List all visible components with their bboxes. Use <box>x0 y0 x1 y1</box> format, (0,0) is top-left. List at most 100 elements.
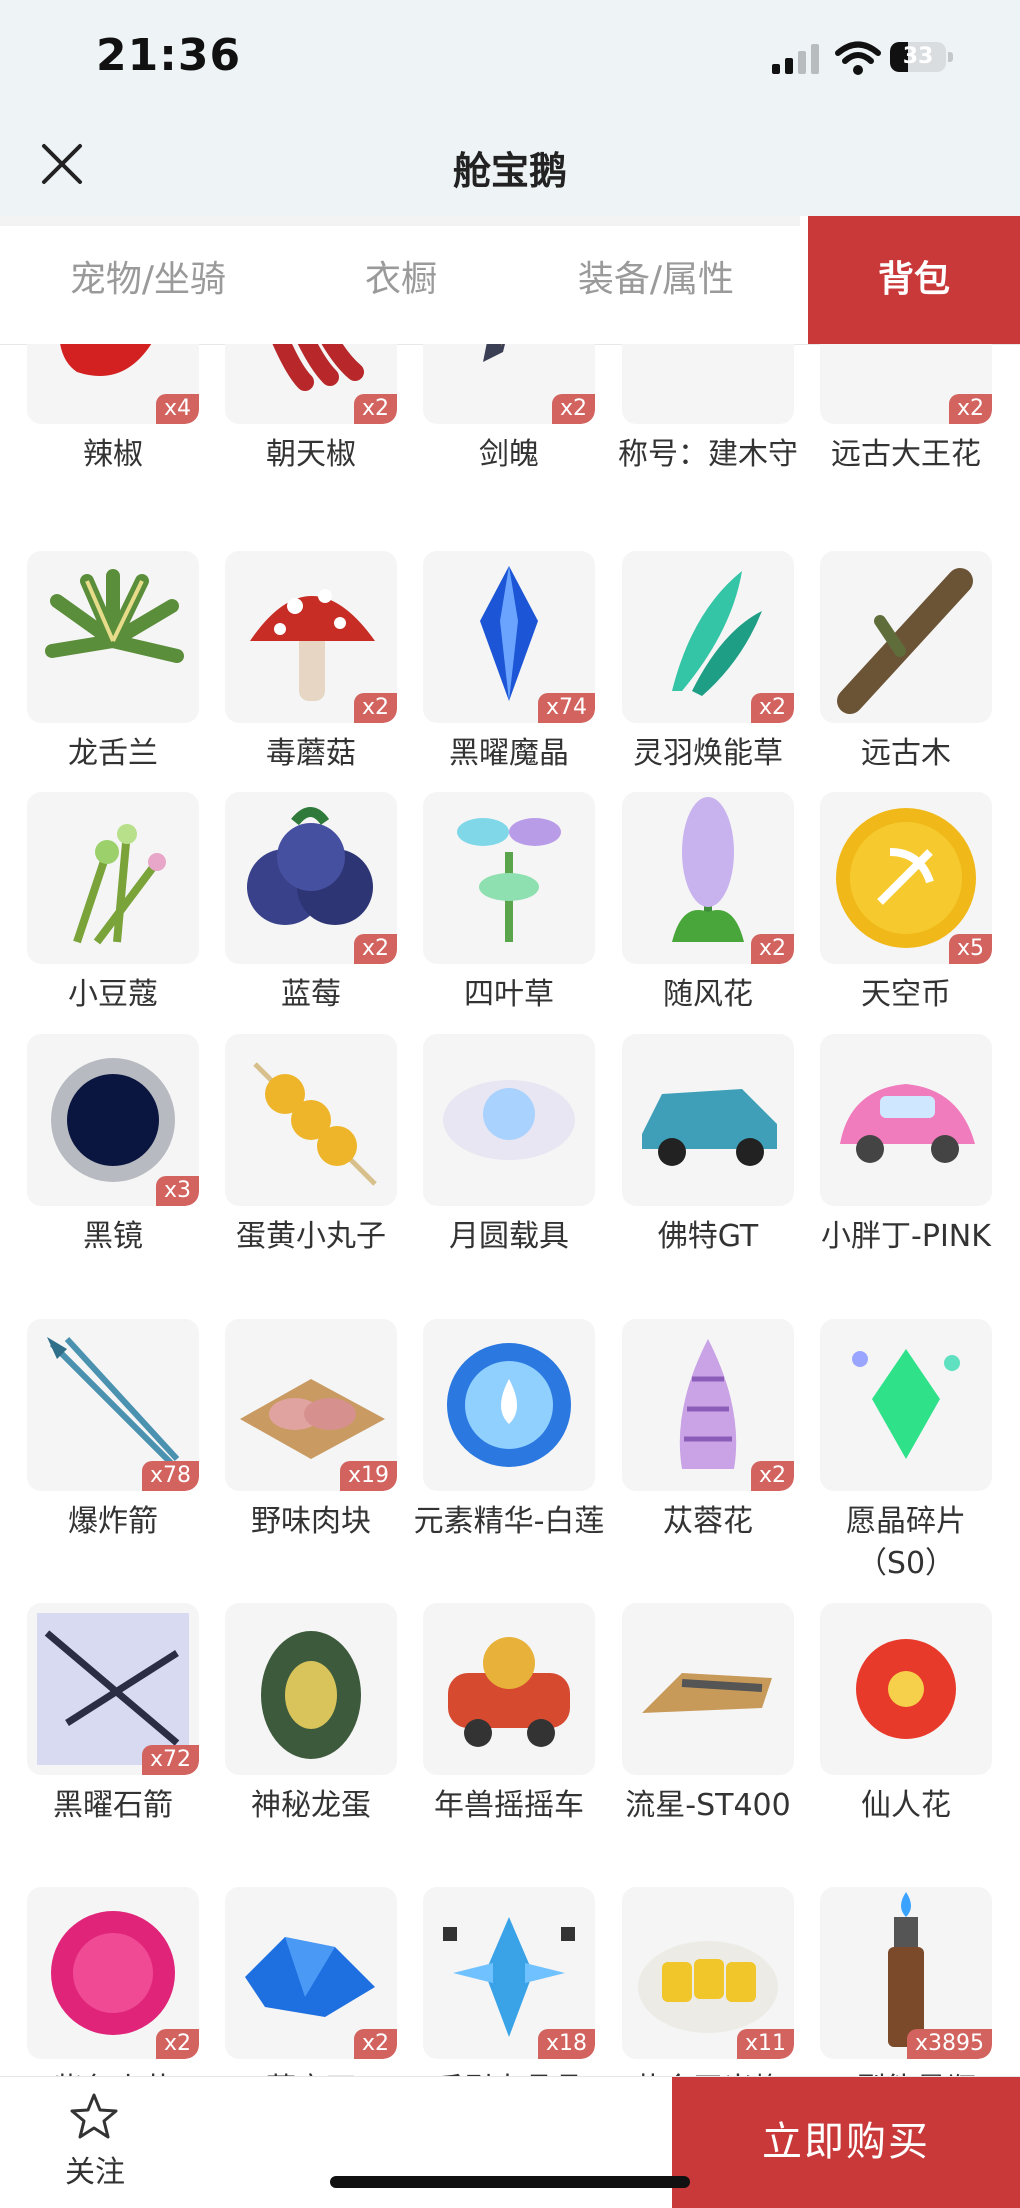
clover-icon <box>457 818 561 942</box>
yolk-skewer-icon <box>253 1062 377 1186</box>
item-thumbnail <box>423 1319 595 1491</box>
item-name: 黄金玉米烙 <box>608 2069 808 2076</box>
item-thumbnail <box>27 551 199 723</box>
item-name: 蛋黄小丸子 <box>236 1219 386 1254</box>
item-thumbnail <box>423 1603 595 1775</box>
star-icon <box>70 2093 118 2139</box>
follow-button[interactable]: 关注 <box>40 2091 150 2201</box>
item-thumbnail: x2 <box>622 1319 794 1491</box>
item-count-badge: x11 <box>736 2029 794 2059</box>
item-name: 随风花 <box>663 977 753 1012</box>
battery-icon: 33 <box>890 42 954 72</box>
cactus-flower-icon <box>856 1639 956 1739</box>
item-count-badge: x2 <box>948 394 992 424</box>
item-thumbnail: x74 <box>423 551 595 723</box>
tab-wardrobe[interactable]: 衣橱 <box>296 216 506 344</box>
item-name: 黑镜 <box>83 1219 143 1254</box>
item-thumbnail <box>622 1603 794 1775</box>
ancient-wood-icon <box>837 568 973 714</box>
item-thumbnail: x3 <box>27 1034 199 1206</box>
item-thumbnail <box>27 792 199 964</box>
lotus-orb-icon <box>447 1343 571 1467</box>
item-count-badge: x5 <box>948 934 992 964</box>
item-thumbnail <box>820 1603 992 1775</box>
bottom-bar: 关注 立即购买 <box>0 2076 1020 2208</box>
item-thumbnail: x3895 <box>820 1887 992 2059</box>
item-name: 神秘龙蛋 <box>251 1788 371 1823</box>
item-name: 仙人花 <box>861 1788 951 1823</box>
item-name: 元素精华-白莲 <box>413 1504 605 1539</box>
tab-backpack[interactable]: 背包 <box>808 216 1020 344</box>
item-name: 小胖丁-PINK <box>821 1219 991 1254</box>
inventory-grid: x4 辣椒 x2 朝天椒 x2 剑魄 称号称号：建木守 x2 远古大王花龙舌兰 x2 毒蘑菇 x74 黑… <box>0 344 1020 2076</box>
item-thumbnail <box>423 1034 595 1206</box>
item-thumbnail <box>622 1034 794 1206</box>
item-name: 远古木 <box>861 736 951 771</box>
item-count-badge: x18 <box>537 2029 595 2059</box>
nav-bar: 舱宝鹅 <box>0 120 1020 216</box>
item-count-badge: x2 <box>750 934 794 964</box>
wish-crystal-icon <box>852 1349 960 1459</box>
item-thumbnail: x18 <box>423 1887 595 2059</box>
meteor-bike-icon <box>642 1673 772 1713</box>
item-count-badge: x2 <box>750 1461 794 1491</box>
item-thumbnail: x2 <box>225 1887 397 2059</box>
item-count-badge: x3895 <box>906 2029 992 2059</box>
item-name: 反引力晶晶 <box>409 2069 609 2076</box>
wifi-icon <box>835 41 881 75</box>
item-name: 小豆蔻 <box>68 977 158 1012</box>
item-name: 黑曜石箭 <box>53 1788 173 1823</box>
nian-beast-cart-icon <box>448 1637 570 1747</box>
follow-label: 关注 <box>65 2155 125 2190</box>
item-count-badge: x2 <box>155 2029 199 2059</box>
item-thumbnail: x19 <box>225 1319 397 1491</box>
item-thumbnail <box>225 1034 397 1206</box>
item-name: 天空币 <box>861 977 951 1012</box>
item-name: 爆炸箭 <box>68 1504 158 1539</box>
item-name: 毒蘑菇 <box>266 736 356 771</box>
item-count-badge: x2 <box>353 934 397 964</box>
tab-bar: 宠物/坐骑 衣橱 装备/属性 背包 <box>0 216 1020 345</box>
item-name: 辣椒 <box>83 437 143 472</box>
blue-car-icon <box>642 1089 777 1166</box>
item-thumbnail: 称号 <box>622 344 794 424</box>
item-count-badge: x2 <box>353 394 397 424</box>
item-name: 苁蓉花 <box>663 1504 753 1539</box>
item-thumbnail: x2 <box>423 344 595 424</box>
item-thumbnail: x72 <box>27 1603 199 1775</box>
item-count-badge: x2 <box>353 693 397 723</box>
item-name: 剑魄 <box>479 437 539 472</box>
item-name: 年兽摇摇车 <box>434 1788 584 1823</box>
agave-icon <box>45 569 184 663</box>
item-count-badge: x4 <box>155 394 199 424</box>
item-count-badge: x3 <box>155 1176 199 1206</box>
item-thumbnail: x5 <box>820 792 992 964</box>
item-name: 四叶草 <box>464 977 554 1012</box>
item-count-badge: x2 <box>353 2029 397 2059</box>
item-name: 蓝莓 <box>281 977 341 1012</box>
item-thumbnail <box>820 551 992 723</box>
item-thumbnail <box>423 792 595 964</box>
tab-equipment[interactable]: 装备/属性 <box>506 216 806 344</box>
item-thumbnail: x4 <box>27 344 199 424</box>
buy-now-button[interactable]: 立即购买 <box>672 2077 1020 2208</box>
item-thumbnail <box>820 1319 992 1491</box>
item-thumbnail: x2 <box>225 792 397 964</box>
page-title: 舱宝鹅 <box>452 149 567 193</box>
item-name: 龙舌兰 <box>68 736 158 771</box>
item-thumbnail: x2 <box>27 1887 199 2059</box>
moon-vehicle-icon <box>443 1080 575 1160</box>
dragon-egg-icon <box>261 1631 361 1759</box>
item-name: 灵羽焕能草 <box>633 736 783 771</box>
item-count-badge: x2 <box>750 693 794 723</box>
item-thumbnail: x2 <box>225 551 397 723</box>
item-thumbnail: x2 <box>622 792 794 964</box>
cellular-signal-icon <box>772 44 819 74</box>
item-thumbnail <box>225 1603 397 1775</box>
item-count-badge: x78 <box>141 1461 199 1491</box>
tab-pets-mounts[interactable]: 宠物/坐骑 <box>0 216 296 344</box>
close-icon[interactable] <box>38 140 86 188</box>
item-thumbnail: x2 <box>225 344 397 424</box>
item-name: 称号：建木守 <box>618 437 798 472</box>
item-name: 佛特GT <box>657 1219 759 1254</box>
